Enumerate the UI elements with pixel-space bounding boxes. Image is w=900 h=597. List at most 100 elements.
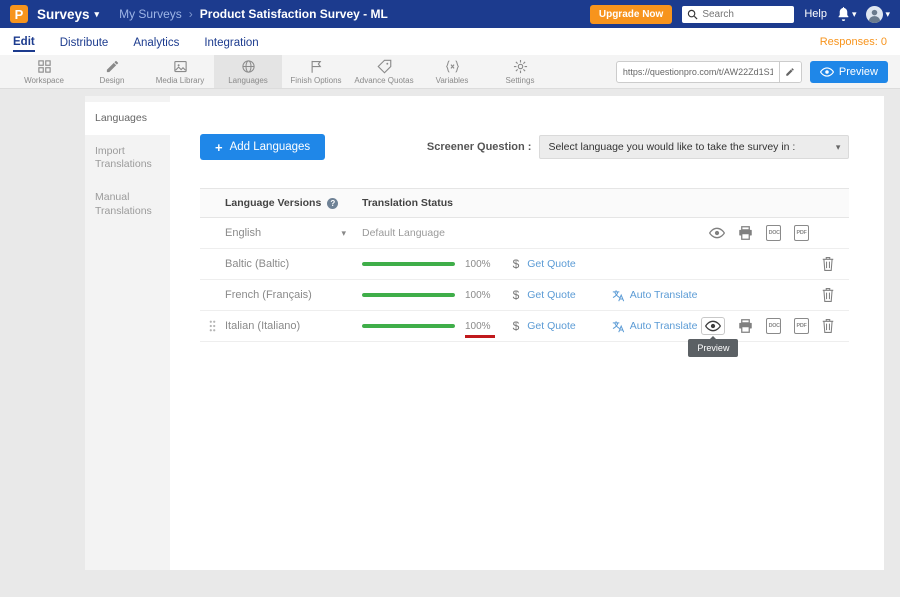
tab-edit[interactable]: Edit <box>13 32 35 52</box>
language-dropdown-english[interactable]: English ▾ <box>225 227 362 239</box>
delete-language-icon[interactable] <box>822 319 834 333</box>
get-quote-link[interactable]: Get Quote <box>527 258 575 270</box>
export-doc-icon[interactable]: DOC <box>766 225 781 241</box>
dollar-icon[interactable]: $ <box>513 319 520 333</box>
screener-question-select[interactable]: Select language you would like to take t… <box>539 135 849 159</box>
delete-language-icon[interactable] <box>822 257 834 271</box>
notifications-menu[interactable]: ▾ <box>837 7 857 21</box>
drag-handle[interactable] <box>209 320 216 332</box>
plus-icon: + <box>215 140 223 155</box>
finish-options-icon <box>309 59 324 74</box>
sidebar-item-import-translations[interactable]: Import Translations <box>85 135 170 181</box>
workspace-icon <box>37 59 52 74</box>
toolbar-item-label: Media Library <box>156 76 204 85</box>
delete-language-icon[interactable] <box>822 288 834 302</box>
print-icon[interactable] <box>738 319 753 333</box>
toolbar-item-languages[interactable]: Languages <box>214 55 282 88</box>
page-title: Product Satisfaction Survey - ML <box>200 7 388 21</box>
translation-percent: 100% <box>465 259 491 270</box>
add-languages-button[interactable]: + Add Languages <box>200 134 325 160</box>
upgrade-now-button[interactable]: Upgrade Now <box>590 5 672 24</box>
translation-percent: 100% <box>465 321 491 332</box>
pencil-icon <box>785 67 795 77</box>
topbar-right: Upgrade Now Help ▾ ▾ <box>590 5 890 24</box>
section-tabbar: Edit Distribute Analytics Integration Re… <box>0 28 900 55</box>
preview-button-label: Preview <box>839 66 878 78</box>
toolbar-item-variables[interactable]: Variables <box>418 55 486 88</box>
toolbar-item-label: Advance Quotas <box>354 76 413 85</box>
preview-tooltip: Preview <box>688 339 738 357</box>
help-link[interactable]: Help <box>804 8 827 20</box>
chevron-down-icon: ▾ <box>836 143 841 152</box>
annotation-underline <box>465 335 495 338</box>
eye-icon <box>820 67 834 77</box>
sidebar-item-languages[interactable]: Languages <box>85 102 170 135</box>
surveys-menu-label: Surveys <box>37 7 90 22</box>
preview-eye-icon[interactable] <box>709 227 725 239</box>
get-quote-link[interactable]: Get Quote <box>527 320 575 332</box>
preview-eye-icon[interactable]: Preview <box>701 317 725 335</box>
language-name: Italian (Italiano) <box>225 320 300 332</box>
search-input[interactable] <box>702 9 789 20</box>
toolbar-item-finish-options[interactable]: Finish Options <box>282 55 350 88</box>
help-circle-icon[interactable]: ? <box>327 198 338 209</box>
chevron-down-icon: ▾ <box>852 10 857 19</box>
search-box[interactable] <box>682 6 794 23</box>
variables-icon <box>445 59 460 74</box>
toolbar-item-settings[interactable]: Settings <box>486 55 554 88</box>
account-menu[interactable]: ▾ <box>866 6 890 23</box>
questionpro-logo[interactable]: P <box>10 5 28 23</box>
media-library-icon <box>173 59 188 74</box>
toolbar-item-label: Languages <box>228 76 268 85</box>
breadcrumb-my-surveys[interactable]: My Surveys <box>119 7 182 21</box>
languages-panel: + Add Languages Screener Question : Sele… <box>170 96 884 570</box>
auto-translate-label: Auto Translate <box>630 320 698 332</box>
translation-percent: 100% <box>465 290 491 301</box>
bell-icon <box>837 7 850 21</box>
auto-translate-link[interactable]: Auto Translate <box>612 289 698 302</box>
dollar-icon[interactable]: $ <box>513 257 520 271</box>
edit-toolbar: Workspace Design Media Library Languages… <box>0 55 900 89</box>
col-translation-status: Translation Status <box>362 197 453 209</box>
language-name: French (Français) <box>225 289 312 301</box>
toolbar-item-advance-quotas[interactable]: Advance Quotas <box>350 55 418 88</box>
surveys-menu[interactable]: Surveys ▾ <box>37 7 99 22</box>
table-row-italian: Italian (Italiano) 100% $ Get Quote <box>200 311 849 342</box>
avatar <box>866 6 883 23</box>
translate-icon <box>612 289 625 302</box>
auto-translate-link[interactable]: Auto Translate <box>612 320 698 333</box>
print-icon[interactable] <box>738 226 753 240</box>
sidebar-item-manual-translations[interactable]: Manual Translations <box>85 181 170 227</box>
advance-quotas-icon <box>377 59 392 74</box>
tab-integration[interactable]: Integration <box>204 33 258 51</box>
languages-icon <box>241 59 256 74</box>
translate-icon <box>612 320 625 333</box>
toolbar-item-design[interactable]: Design <box>78 55 146 88</box>
survey-url-input[interactable] <box>617 67 779 77</box>
edit-url-button[interactable] <box>779 62 801 82</box>
search-icon <box>687 9 698 20</box>
export-doc-icon[interactable]: DOC <box>766 318 781 334</box>
add-languages-label: Add Languages <box>230 141 311 153</box>
preview-button[interactable]: Preview <box>810 61 888 83</box>
tab-distribute[interactable]: Distribute <box>60 33 109 51</box>
toolbar-item-label: Variables <box>436 76 469 85</box>
chevron-down-icon: ▾ <box>885 10 890 19</box>
translation-progress-bar <box>362 262 455 266</box>
default-language-label: Default Language <box>362 227 445 239</box>
tab-analytics[interactable]: Analytics <box>133 33 179 51</box>
table-row-baltic: Baltic (Baltic) 100% $ Get Quote <box>200 249 849 280</box>
languages-table: Language Versions ? Translation Status E… <box>200 188 849 342</box>
col-language-versions: Language Versions <box>225 197 321 209</box>
export-pdf-icon[interactable]: PDF <box>794 225 809 241</box>
table-row-english: English ▾ Default Language <box>200 218 849 249</box>
toolbar-item-workspace[interactable]: Workspace <box>10 55 78 88</box>
screener-question-label: Screener Question : <box>427 141 532 153</box>
dollar-icon[interactable]: $ <box>513 288 520 302</box>
toolbar-item-label: Finish Options <box>290 76 341 85</box>
export-pdf-icon[interactable]: PDF <box>794 318 809 334</box>
get-quote-link[interactable]: Get Quote <box>527 289 575 301</box>
screener-question-group: Screener Question : Select language you … <box>427 135 850 159</box>
toolbar-item-media-library[interactable]: Media Library <box>146 55 214 88</box>
content-area: Languages Import Translations Manual Tra… <box>0 89 900 597</box>
